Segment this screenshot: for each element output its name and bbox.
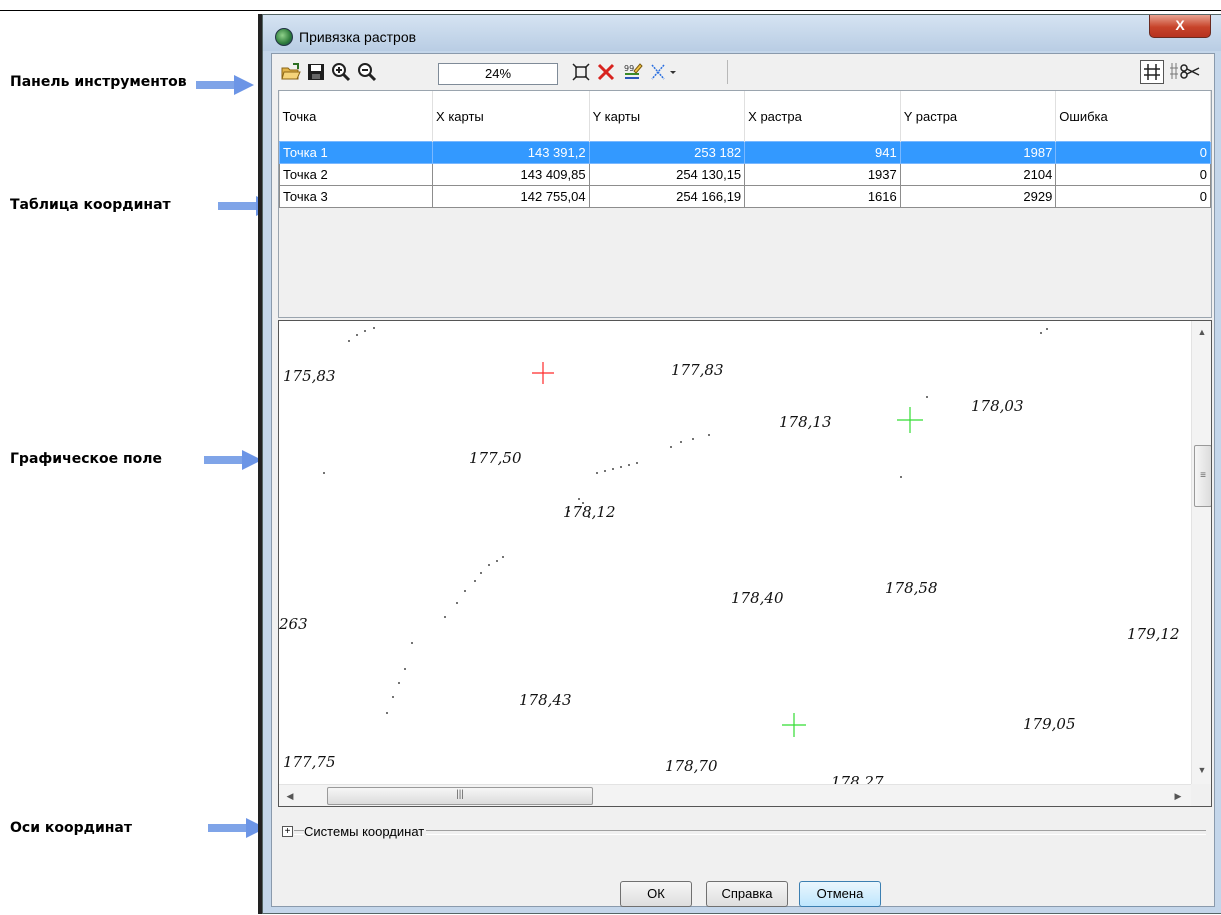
horizontal-scrollbar[interactable]: ◀ ||| ▶ — [279, 784, 1191, 806]
arrow-icon — [204, 450, 262, 470]
fit-icon[interactable] — [570, 61, 592, 83]
elevation-label: 177,50 — [469, 449, 522, 467]
split-icon[interactable] — [1168, 60, 1202, 82]
annotation-axes-label: Оси координат — [10, 820, 132, 836]
table-cell[interactable]: 254 130,15 — [588, 163, 746, 186]
column-header-x-map[interactable]: X карты — [432, 91, 590, 142]
table-cell[interactable]: 1987 — [899, 141, 1057, 164]
save-icon[interactable] — [305, 61, 327, 83]
edit-points-icon[interactable]: 99 — [622, 61, 644, 83]
raster-binding-window: Привязка растров X 24% 99 Точка X карты … — [262, 14, 1221, 914]
scroll-up-arrow-icon[interactable]: ▲ — [1192, 323, 1211, 341]
elevation-label: 178,70 — [665, 757, 718, 775]
toolbar-separator — [727, 60, 728, 84]
elevation-label: 263 — [279, 615, 308, 633]
elevation-label: 178,43 — [519, 691, 572, 709]
column-header-point[interactable]: Точка — [279, 91, 434, 142]
annotation-table-label: Таблица координат — [10, 197, 171, 213]
close-button[interactable]: X — [1149, 15, 1211, 38]
column-header-y-raster[interactable]: Y растра — [900, 91, 1057, 142]
vertical-scrollbar[interactable]: ▲ ≡ ▼ — [1191, 321, 1211, 784]
elevation-label: 179,05 — [1023, 715, 1076, 733]
svg-text:99: 99 — [624, 64, 634, 73]
graphic-field[interactable]: 175,83 177,83 178,13 178,03 177,50 178,1… — [278, 320, 1212, 807]
window-title: Привязка растров — [299, 29, 417, 45]
table-cell[interactable]: 2104 — [899, 163, 1057, 186]
elevation-label: 178,58 — [885, 579, 938, 597]
zoom-out-icon[interactable] — [356, 61, 378, 83]
table-cell[interactable]: Точка 1 — [278, 141, 434, 164]
table-cell[interactable]: 253 182 — [588, 141, 746, 164]
title-bar[interactable]: Привязка растров X — [263, 15, 1221, 51]
elevation-label: 177,75 — [283, 753, 336, 771]
coordinate-systems-label: Системы координат — [304, 824, 427, 839]
help-button[interactable]: Справка — [706, 881, 788, 907]
elevation-label: 177,83 — [671, 361, 724, 379]
vertical-scroll-thumb[interactable]: ≡ — [1194, 445, 1211, 507]
green-control-point-marker[interactable] — [897, 407, 923, 433]
elevation-label: 179,12 — [1127, 625, 1180, 643]
elevation-label: 178,13 — [779, 413, 832, 431]
ok-button[interactable]: ОК — [620, 881, 692, 907]
zoom-in-icon[interactable] — [330, 61, 352, 83]
column-header-x-raster[interactable]: X растра — [744, 91, 901, 142]
table-cell[interactable]: 143 391,2 — [432, 141, 590, 164]
expand-plus-icon[interactable]: + — [282, 826, 293, 837]
app-globe-icon — [275, 28, 293, 46]
horizontal-scroll-thumb[interactable]: ||| — [327, 787, 593, 805]
scroll-left-arrow-icon[interactable]: ◀ — [281, 787, 299, 805]
table-cell[interactable]: 143 409,85 — [432, 163, 590, 186]
open-icon[interactable] — [280, 61, 302, 83]
coordinates-table: Точка X карты Y карты X растра Y растра … — [278, 90, 1212, 318]
coordinate-systems-group: + Системы координат — [282, 824, 1208, 840]
annotation-graphic-label: Графическое поле — [10, 451, 163, 467]
group-divider — [294, 830, 1206, 835]
column-header-error[interactable]: Ошибка — [1055, 91, 1211, 142]
table-cell[interactable]: 2929 — [899, 185, 1057, 208]
elevation-label: 175,83 — [283, 367, 336, 385]
table-row[interactable]: Точка 1 143 391,2 253 182 941 1987 0 — [278, 141, 1211, 164]
elevation-label: 178,40 — [731, 589, 784, 607]
toolbar: 24% 99 — [272, 54, 1214, 88]
table-cell[interactable]: Точка 3 — [278, 185, 434, 208]
table-cell[interactable]: 1616 — [744, 185, 901, 208]
table-row[interactable]: Точка 3 142 755,04 254 166,19 1616 2929 … — [278, 185, 1211, 208]
table-cell[interactable]: 0 — [1055, 163, 1211, 186]
zoom-input[interactable]: 24% — [438, 63, 558, 85]
cancel-button[interactable]: Отмена — [799, 881, 881, 907]
dialog-client-area: 24% 99 Точка X карты Y карты X растра Y … — [271, 53, 1215, 907]
scroll-right-arrow-icon[interactable]: ▶ — [1169, 787, 1187, 805]
table-cell[interactable]: Точка 2 — [278, 163, 434, 186]
green-control-point-marker[interactable] — [782, 713, 806, 737]
scroll-down-arrow-icon[interactable]: ▼ — [1192, 761, 1211, 779]
red-control-point-marker[interactable] — [532, 362, 554, 384]
table-cell[interactable]: 254 166,19 — [588, 185, 746, 208]
table-cell[interactable]: 0 — [1055, 141, 1211, 164]
cross-marker-icon[interactable] — [648, 61, 678, 83]
table-cell[interactable]: 941 — [744, 141, 901, 164]
elevation-label: 178,03 — [971, 397, 1024, 415]
raster-map-canvas[interactable]: 175,83 177,83 178,13 178,03 177,50 178,1… — [279, 321, 1191, 784]
scrollbar-corner — [1191, 784, 1211, 806]
grid-toggle-icon[interactable] — [1140, 60, 1164, 84]
map-dots — [323, 327, 1048, 714]
table-cell[interactable]: 142 755,04 — [432, 185, 590, 208]
table-cell[interactable]: 1937 — [744, 163, 901, 186]
top-border-line — [0, 10, 1221, 11]
elevation-label: 178,12 — [563, 503, 616, 521]
annotation-toolbar-label: Панель инструментов — [10, 74, 187, 90]
table-cell[interactable]: 0 — [1055, 185, 1211, 208]
arrow-icon — [196, 75, 254, 95]
table-row[interactable]: Точка 2 143 409,85 254 130,15 1937 2104 … — [278, 163, 1211, 186]
elevation-label: 178,27 — [831, 773, 884, 784]
delete-point-icon[interactable] — [595, 61, 617, 83]
column-header-y-map[interactable]: Y карты — [589, 91, 746, 142]
elevation-labels: 175,83 177,83 178,13 178,03 177,50 178,1… — [279, 361, 1180, 784]
